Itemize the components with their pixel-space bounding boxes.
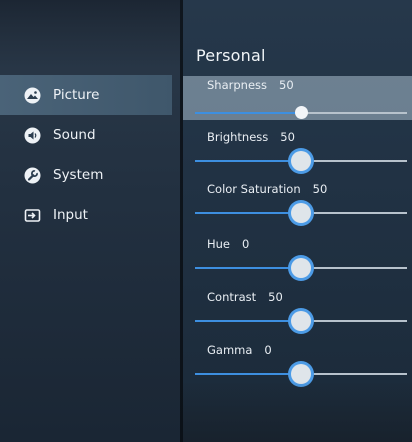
setting-name: Hue 0 [207,237,250,251]
color-saturation-slider[interactable] [195,203,407,223]
slider-knob[interactable] [291,258,311,278]
wrench-icon [24,167,41,184]
setting-color-saturation[interactable]: Color Saturation 50 [183,180,412,224]
slider-fill [195,160,301,162]
sidebar-item-sound[interactable]: Sound [0,115,172,155]
slider-fill [195,320,301,322]
input-icon [24,207,41,224]
contrast-slider[interactable] [195,311,407,331]
settings-sidebar: Picture Sound System Input [0,0,180,442]
sidebar-item-label: Input [53,207,88,223]
slider-knob[interactable] [291,364,311,384]
sidebar-item-system[interactable]: System [0,155,172,195]
setting-value: 0 [264,343,272,357]
hue-slider[interactable] [195,258,407,278]
setting-value: 50 [312,182,328,196]
sound-icon [24,127,41,144]
picture-settings-panel: Personal Sharpness 50 Brightness 50 Color … [183,0,412,442]
slider-knob[interactable] [291,203,311,223]
slider-fill [195,112,301,114]
setting-value: 50 [268,290,283,304]
sidebar-top-shade [0,0,180,70]
setting-value: 0 [242,237,250,251]
slider-fill [195,267,301,269]
sidebar-item-label: Picture [53,87,100,103]
setting-name: Color Saturation 50 [207,182,328,196]
slider-fill [195,373,301,375]
setting-value: 50 [280,130,295,144]
setting-sharpness[interactable]: Sharpness 50 [183,76,412,120]
brightness-slider[interactable] [195,151,407,171]
sidebar-item-picture[interactable]: Picture [0,75,172,115]
setting-brightness[interactable]: Brightness 50 [183,128,412,172]
setting-name: Contrast 50 [207,290,283,304]
tv-settings-screen: Picture Sound System Input Personal Shar… [0,0,412,442]
sharpness-slider[interactable] [195,106,407,119]
setting-name: Sharpness 50 [207,78,294,92]
slider-knob[interactable] [295,106,308,119]
sidebar-item-label: Sound [53,127,96,143]
setting-name: Gamma 0 [207,343,272,357]
setting-value: 50 [279,78,294,92]
setting-name: Brightness 50 [207,130,295,144]
slider-knob[interactable] [291,311,311,331]
sidebar-item-input[interactable]: Input [0,195,172,235]
gamma-slider[interactable] [195,364,407,384]
panel-title: Personal [196,46,266,65]
panel-bottom-shade [183,382,412,442]
setting-contrast[interactable]: Contrast 50 [183,288,412,332]
setting-gamma[interactable]: Gamma 0 [183,341,412,385]
setting-hue[interactable]: Hue 0 [183,235,412,279]
sidebar-item-label: System [53,167,104,183]
slider-knob[interactable] [291,151,311,171]
picture-icon [24,87,41,104]
slider-fill [195,212,301,214]
